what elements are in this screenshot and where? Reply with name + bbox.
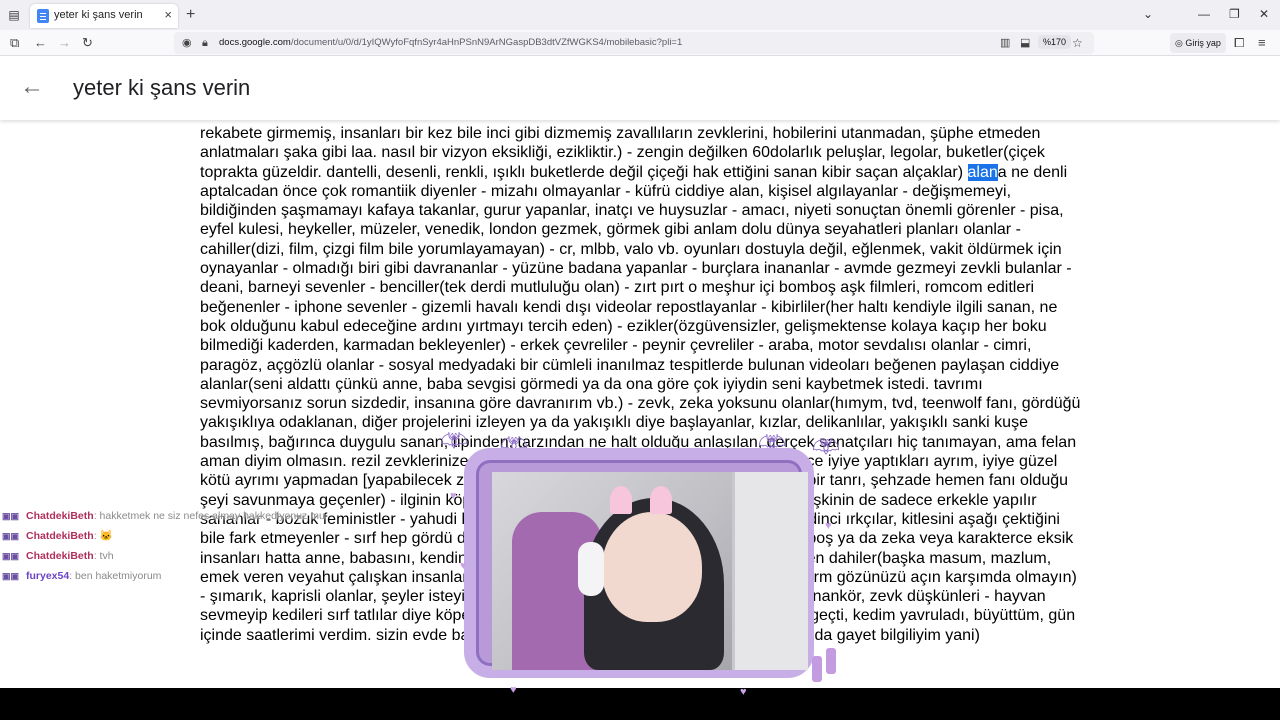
url-text: docs.google.com/document/u/0/d/1yIQWyfoF… xyxy=(219,37,683,48)
heart-decoration-icon: ♥ xyxy=(825,520,832,532)
close-window-icon[interactable]: ✕ xyxy=(1259,7,1269,21)
save-to-pocket-icon[interactable]: ⬓ xyxy=(1020,35,1030,51)
back-icon[interactable]: ← xyxy=(34,35,47,51)
chat-message: ▣▣ ChatdekiBeth: tvh xyxy=(2,546,202,566)
tab-list-icon[interactable]: ▤ xyxy=(6,7,22,23)
candle-decoration xyxy=(826,648,836,674)
new-tab-icon[interactable]: + xyxy=(186,6,195,24)
webcam-overlay: 🦇︎ 🦇︎ 🦇︎ 🦇︎ 🦇︎ 🦇︎ ♥ ♥ ♥ ♥ ♥ xyxy=(440,420,850,700)
chat-message: ▣▣ furyex54: ben haketmiyorum xyxy=(2,566,202,586)
chat-username: furyex54 xyxy=(26,570,70,582)
document-title: yeter ki şans verin xyxy=(73,75,251,100)
google-docs-favicon-icon xyxy=(37,9,49,23)
chat-message: ▣▣ ChatdekiBeth: 🐱 xyxy=(2,526,202,546)
chat-text: : 🐱 xyxy=(93,530,113,542)
heart-decoration-icon: ♥ xyxy=(740,686,747,698)
chat-badge-icons: ▣▣ xyxy=(2,551,20,561)
bat-decoration-icon: 🦇︎ xyxy=(440,428,468,453)
chat-text: : hakketmek ne siz nefes almay hakkediyo… xyxy=(93,510,325,522)
reload-icon[interactable]: ↻ xyxy=(82,35,93,51)
tab-close-icon[interactable]: × xyxy=(164,7,172,22)
heart-decoration-icon: ♥ xyxy=(460,560,467,572)
forward-icon[interactable]: → xyxy=(58,35,71,51)
chat-username: ChatdekiBeth xyxy=(26,510,94,522)
signin-button[interactable]: ◎ Giriş yap xyxy=(1170,33,1226,53)
chat-badge-icons: ▣▣ xyxy=(2,571,20,581)
tab-overflow-chevron-icon[interactable]: ⌄ xyxy=(1143,7,1153,21)
lock-icon[interactable]: 🔒︎ xyxy=(202,35,208,51)
bookmark-star-icon[interactable]: ☆ xyxy=(1072,35,1083,51)
document-text-before: rekabete girmemiş, insanları bir kez bil… xyxy=(200,125,1045,181)
streamer-face xyxy=(602,512,702,622)
candle-decoration xyxy=(812,656,822,682)
browser-tab-active[interactable]: yeter ki şans verin × xyxy=(30,4,178,28)
address-bar[interactable]: ◉ 🔒︎ docs.google.com/document/u/0/d/1yIQ… xyxy=(174,32,1094,54)
chat-text: : tvh xyxy=(93,550,114,562)
chat-badge-icons: ▣▣ xyxy=(2,531,20,541)
tab-bar: ▤ yeter ki şans verin × + ⌄ — ❐ ✕ xyxy=(0,0,1280,30)
background-door xyxy=(732,472,808,670)
headphone xyxy=(578,542,604,596)
site-info-icon[interactable]: ◉ xyxy=(182,35,192,51)
cat-ear-right xyxy=(650,486,672,514)
docs-header: ← yeter ki şans verin xyxy=(0,56,1280,120)
minimize-icon[interactable]: — xyxy=(1198,7,1210,21)
app-menu-icon[interactable]: ≡ xyxy=(1258,35,1266,51)
reader-view-icon[interactable]: ▥ xyxy=(1000,35,1010,51)
chat-username: ChatdekiBeth xyxy=(26,550,94,562)
maximize-icon[interactable]: ❐ xyxy=(1229,7,1240,21)
bat-decoration-icon: 🦇︎ xyxy=(812,434,840,459)
webcam-frame xyxy=(464,448,814,678)
sidebar-icon[interactable]: ⧉ xyxy=(10,35,19,51)
stream-chat-overlay: ▣▣ ChatdekiBeth: hakketmek ne siz nefes a… xyxy=(2,506,325,586)
heart-decoration-icon: ♥ xyxy=(450,490,457,502)
chat-username: ChatdekiBeth xyxy=(26,530,94,542)
extensions-icon[interactable]: ⧠ xyxy=(1234,35,1244,51)
zoom-level-badge[interactable]: %170 xyxy=(1038,35,1072,49)
tab-title: yeter ki şans verin xyxy=(54,9,143,21)
heart-decoration-icon: ♥ xyxy=(510,684,517,696)
cat-ear-left xyxy=(610,486,632,514)
back-arrow-icon[interactable]: ← xyxy=(20,74,44,100)
webcam-video xyxy=(492,472,808,670)
selected-text[interactable]: alan xyxy=(967,163,998,181)
chat-badge-icons: ▣▣ xyxy=(2,511,20,521)
chat-message: ▣▣ ChatdekiBeth: hakketmek ne siz nefes a… xyxy=(2,506,325,526)
nav-toolbar: ⧉ ← → ↻ ◉ 🔒︎ docs.google.com/document/u/… xyxy=(0,30,1280,56)
chat-text: : ben haketmiyorum xyxy=(69,570,162,582)
